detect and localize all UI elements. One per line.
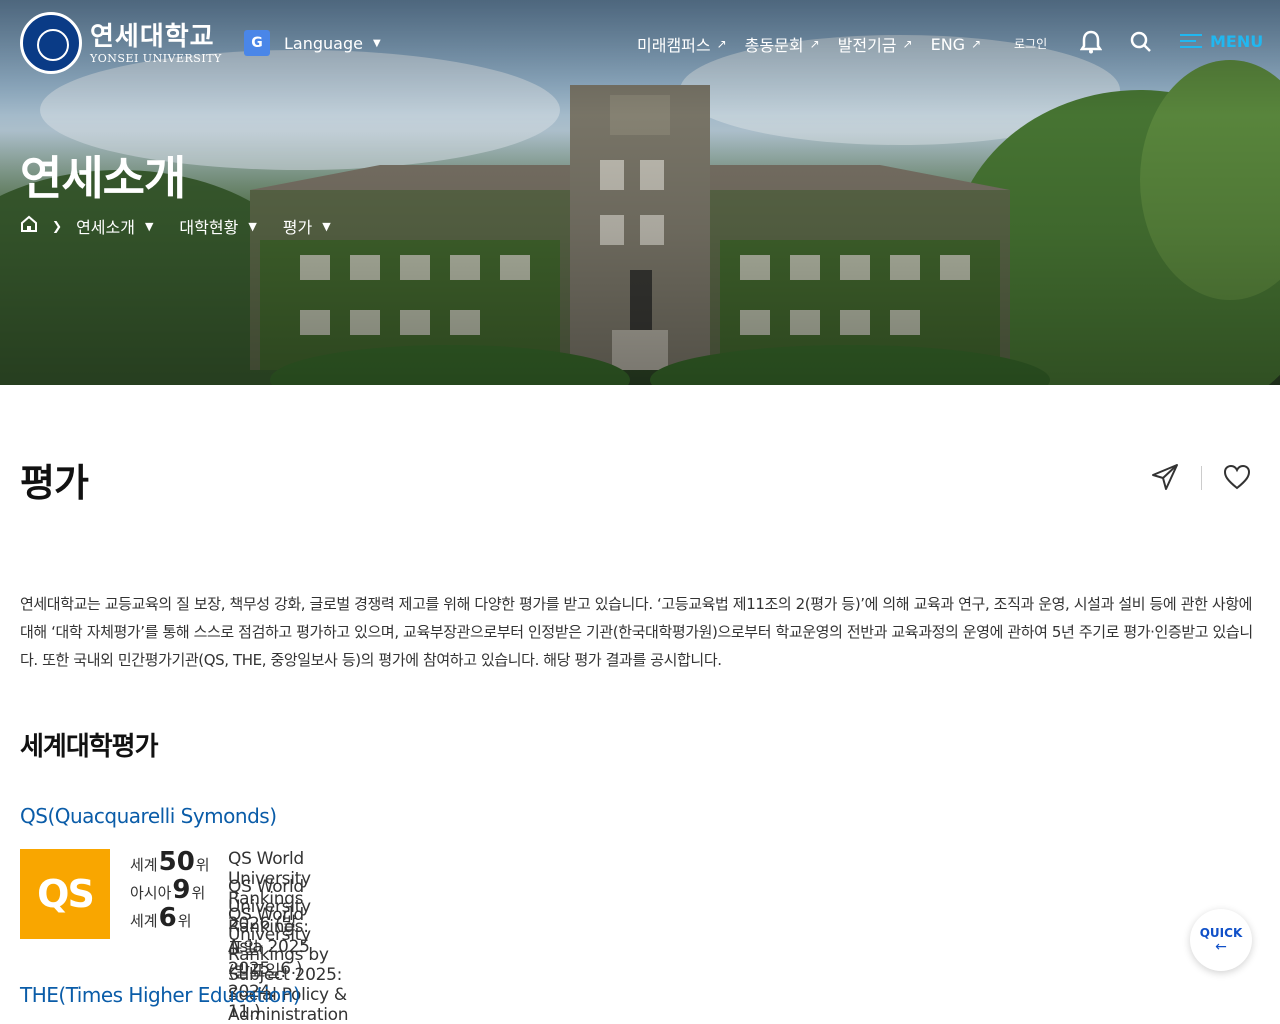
arrow-left-icon: ← (1215, 939, 1227, 955)
menu-button[interactable]: MENU (1180, 30, 1263, 52)
breadcrumb-item-status[interactable]: 대학현황 ▼ (179, 214, 256, 238)
google-translate-icon: G (244, 30, 270, 56)
breadcrumb-label: 연세소개 (76, 218, 135, 237)
breadcrumb-item-about[interactable]: 연세소개 ▼ (76, 214, 153, 238)
quick-label: QUICK (1199, 926, 1243, 940)
hamburger-icon (1180, 30, 1202, 52)
external-link-icon: ↗ (716, 37, 727, 51)
university-seal-icon (20, 12, 82, 74)
search-icon[interactable] (1130, 30, 1152, 58)
rank-scope: 아시아 (130, 884, 172, 902)
nav-alumni[interactable]: 총동문회 ↗ (745, 32, 820, 56)
language-label: Language (284, 33, 363, 53)
quick-menu-button[interactable]: QUICK ← (1190, 909, 1252, 971)
nav-future-campus[interactable]: 미래캠퍼스 ↗ (637, 32, 727, 56)
university-logo[interactable]: 연세대학교 YONSEI UNIVERSITY (20, 12, 222, 74)
qs-logo: QS (20, 849, 110, 939)
qs-logo-text: QS (37, 872, 95, 916)
nav-label: 미래캠퍼스 (637, 36, 711, 55)
hero-banner: 연세대학교 YONSEI UNIVERSITY G Language ▼ 미래캠… (0, 0, 1280, 385)
page-title: 평가 (20, 461, 89, 505)
nav-label: 발전기금 (837, 36, 897, 55)
chevron-down-icon: ▼ (248, 219, 257, 233)
chevron-right-icon: ❯ (52, 219, 63, 233)
rank-unit: 위 (191, 884, 206, 902)
login-link[interactable]: 로그인 (1014, 35, 1047, 52)
caret-down-icon: ▼ (372, 37, 381, 49)
nav-label: ENG (930, 34, 966, 54)
rank-row: 아시아 9 위 QS World University Rankings: As… (130, 875, 311, 1022)
rank-number: 6 (158, 903, 177, 933)
external-link-icon: ↗ (809, 37, 820, 51)
org-title-qs: QS(Quacquarelli Symonds) (20, 804, 277, 828)
rank-row: 세계 50 위 QS World University Rankings 202… (130, 847, 311, 979)
nav-label: 총동문회 (744, 36, 804, 55)
heart-icon[interactable] (1223, 463, 1251, 495)
chevron-down-icon: ▼ (144, 219, 154, 233)
org-title-the: THE(Times Higher Education) (20, 983, 301, 1007)
breadcrumb-label: 대학현황 (179, 218, 239, 237)
nav-fund[interactable]: 발전기금 ↗ (838, 32, 913, 56)
logo-name-en: YONSEI UNIVERSITY (90, 51, 222, 65)
menu-label: MENU (1210, 31, 1264, 51)
language-selector[interactable]: G Language ▼ (244, 30, 381, 56)
logo-name-ko: 연세대학교 (90, 21, 215, 52)
external-link-icon: ↗ (902, 37, 913, 51)
share-icon[interactable] (1151, 463, 1179, 495)
qs-rank-list: 세계 50 위 QS World University Rankings 202… (130, 847, 349, 1024)
nav-eng[interactable]: ENG ↗ (931, 35, 982, 54)
rank-unit: 위 (195, 856, 210, 874)
bell-icon[interactable] (1079, 30, 1103, 58)
top-nav: 미래캠퍼스 ↗ 총동문회 ↗ 발전기금 ↗ ENG ↗ (637, 32, 999, 56)
hero-title: 연세소개 (20, 151, 186, 205)
rank-scope: 세계 (130, 856, 158, 874)
rank-number: 50 (158, 847, 195, 877)
breadcrumb-item-evaluation[interactable]: 평가 ▼ (283, 214, 331, 238)
rank-unit: 위 (177, 912, 192, 930)
rank-scope: 세계 (130, 912, 158, 930)
chevron-down-icon: ▼ (322, 219, 331, 233)
section-title-world-rankings: 세계대학평가 (20, 732, 159, 762)
breadcrumb-label: 평가 (282, 218, 313, 237)
external-link-icon: ↗ (971, 37, 982, 51)
intro-paragraph: 연세대학교는 교등교육의 질 보장, 책무성 강화, 글로벌 경쟁력 제고를 위… (20, 595, 1253, 669)
home-icon[interactable] (20, 215, 38, 237)
breadcrumb: ❯ 연세소개 ▼ 대학현황 ▼ 평가 ▼ (20, 214, 357, 238)
rank-row: 세계 6 위 QS World University Rankings by S… (130, 903, 349, 1024)
rank-number: 9 (172, 875, 191, 905)
divider (1201, 466, 1202, 490)
